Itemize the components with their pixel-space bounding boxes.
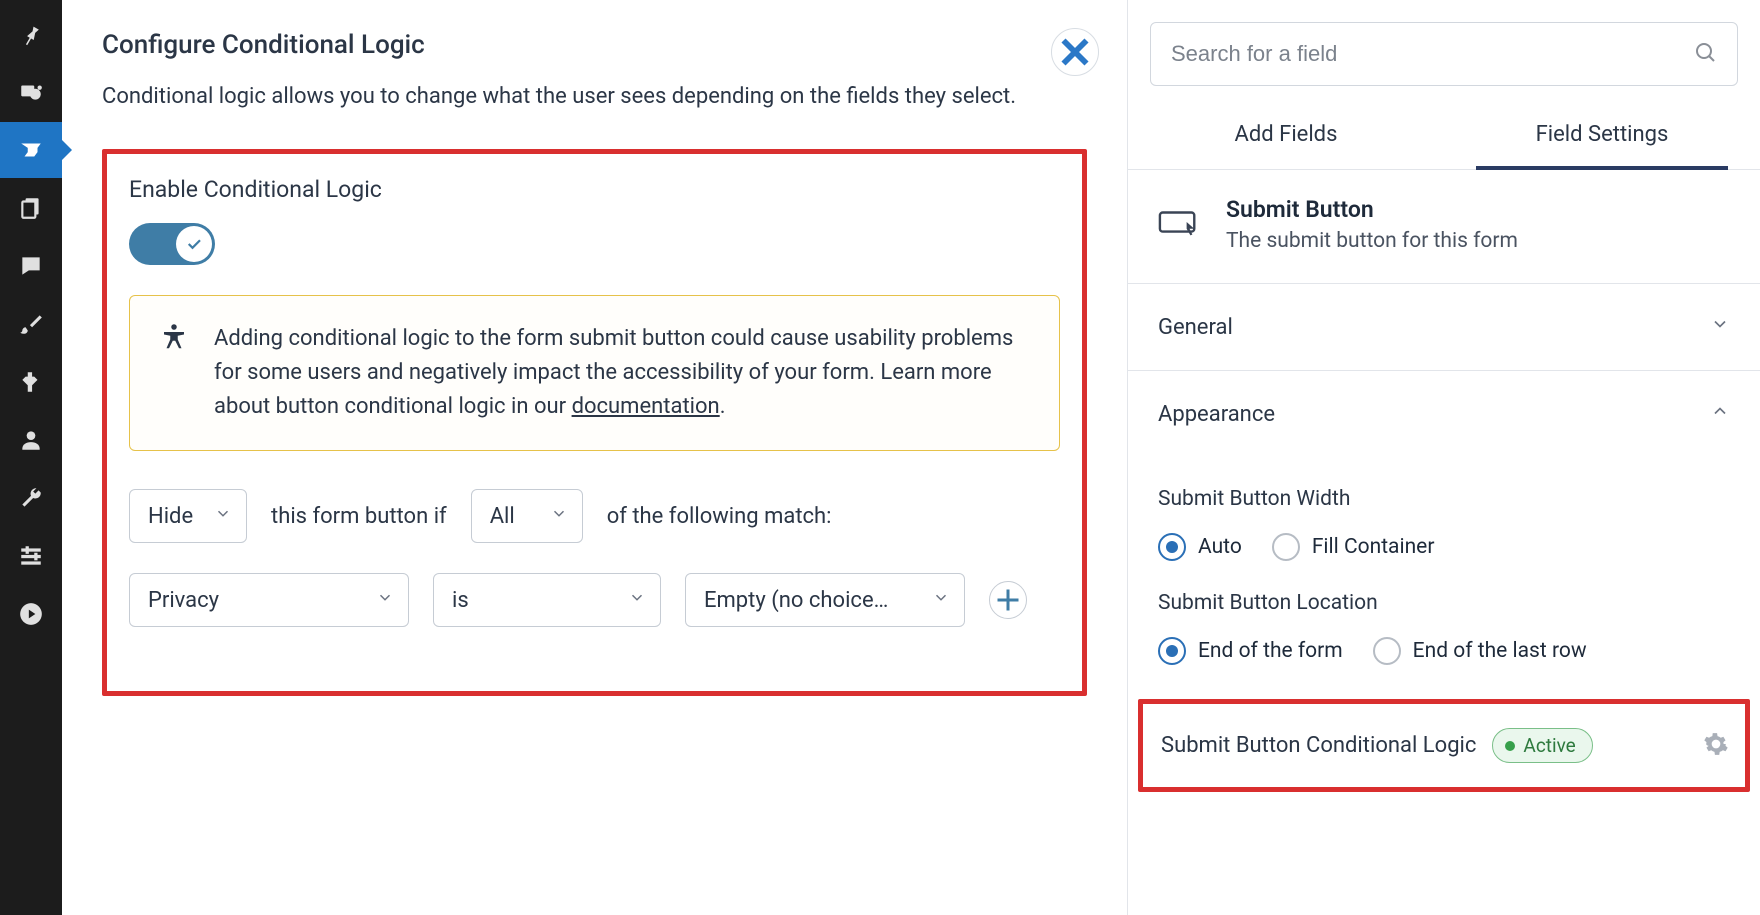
sidebar-item-settings-slider[interactable]: [0, 528, 62, 584]
sidebar-item-brush[interactable]: [0, 296, 62, 352]
rule-action-row: Hide this form button if All of the foll…: [129, 489, 1060, 543]
location-label: Submit Button Location: [1158, 591, 1730, 615]
sidebar-item-plugins[interactable]: [0, 354, 62, 410]
cond-logic-label: Submit Button Conditional Logic: [1161, 733, 1476, 758]
chevron-down-icon: [628, 588, 646, 613]
chevron-down-icon: [1710, 314, 1730, 340]
add-rule-button[interactable]: [989, 581, 1027, 619]
section-appearance[interactable]: Appearance: [1128, 371, 1760, 457]
comments-icon: [18, 253, 44, 279]
conditional-logic-highlight: Enable Conditional Logic Adding conditio…: [102, 149, 1087, 696]
radio-icon: [1272, 533, 1300, 561]
conditional-logic-modal: Configure Conditional Logic Conditional …: [62, 0, 1127, 915]
chevron-up-icon: [1710, 401, 1730, 427]
chevron-down-icon: [550, 504, 568, 529]
action-value: Hide: [148, 504, 193, 529]
rule-text-2: of the following match:: [607, 504, 832, 529]
pages-icon: [18, 195, 44, 221]
sidebar-item-pin[interactable]: [0, 6, 62, 62]
tab-field-settings[interactable]: Field Settings: [1444, 122, 1760, 169]
sidebar-item-tools[interactable]: [0, 470, 62, 526]
pin-icon: [18, 21, 44, 47]
sidebar-item-form[interactable]: [0, 122, 62, 178]
video-icon: [18, 601, 44, 627]
warning-text: Adding conditional logic to the form sub…: [214, 322, 1031, 424]
accessibility-warning: Adding conditional logic to the form sub…: [129, 295, 1060, 451]
check-icon: [185, 235, 203, 253]
search-input[interactable]: [1171, 41, 1693, 67]
brush-icon: [18, 311, 44, 337]
sidebar-item-users[interactable]: [0, 412, 62, 468]
radio-icon: [1158, 533, 1186, 561]
field-value: Privacy: [148, 588, 219, 613]
section-general-label: General: [1158, 315, 1233, 340]
search-icon: [1693, 40, 1717, 68]
cond-logic-settings-button[interactable]: [1703, 731, 1729, 761]
location-end-row-label: End of the last row: [1413, 639, 1587, 663]
field-search[interactable]: [1150, 22, 1738, 86]
sidebar-item-media[interactable]: [0, 64, 62, 120]
location-option-end-row[interactable]: End of the last row: [1373, 637, 1587, 665]
submit-button-icon: [1158, 208, 1200, 242]
location-end-form-label: End of the form: [1198, 639, 1343, 663]
width-option-fill[interactable]: Fill Container: [1272, 533, 1435, 561]
conditional-logic-section: Submit Button Conditional Logic Active: [1138, 699, 1750, 792]
width-option-auto[interactable]: Auto: [1158, 533, 1242, 561]
width-fill-label: Fill Container: [1312, 535, 1435, 559]
sidebar-item-pages[interactable]: [0, 180, 62, 236]
location-option-end-form[interactable]: End of the form: [1158, 637, 1343, 665]
gear-icon: [1703, 731, 1729, 757]
modal-description: Conditional logic allows you to change w…: [102, 80, 1042, 113]
enable-label: Enable Conditional Logic: [129, 176, 1060, 203]
accessibility-icon: [158, 322, 190, 424]
radio-icon: [1373, 637, 1401, 665]
tools-icon: [18, 485, 44, 511]
panel-tabs: Add Fields Field Settings: [1128, 122, 1760, 170]
chevron-down-icon: [932, 588, 950, 613]
sidebar-item-comments[interactable]: [0, 238, 62, 294]
field-select[interactable]: Privacy: [129, 573, 409, 627]
form-icon: [18, 137, 44, 163]
active-badge: Active: [1492, 728, 1592, 763]
section-appearance-label: Appearance: [1158, 402, 1275, 427]
close-button[interactable]: [1051, 28, 1099, 76]
field-settings-panel: Add Fields Field Settings Submit Button …: [1127, 0, 1760, 915]
enable-toggle[interactable]: [129, 223, 215, 265]
users-icon: [18, 427, 44, 453]
field-header: Submit Button The submit button for this…: [1128, 170, 1760, 284]
close-icon: [1052, 29, 1098, 75]
section-general[interactable]: General: [1128, 284, 1760, 371]
plugins-icon: [18, 369, 44, 395]
field-desc: The submit button for this form: [1226, 229, 1518, 253]
chevron-down-icon: [376, 588, 394, 613]
media-icon: [18, 79, 44, 105]
match-select[interactable]: All: [471, 489, 583, 543]
appearance-body: Submit Button Width Auto Fill Container …: [1128, 457, 1760, 699]
tab-add-fields[interactable]: Add Fields: [1128, 122, 1444, 169]
modal-title: Configure Conditional Logic: [102, 30, 1087, 60]
toggle-knob: [176, 226, 212, 262]
chevron-down-icon: [214, 504, 232, 529]
action-select[interactable]: Hide: [129, 489, 247, 543]
width-label: Submit Button Width: [1158, 487, 1730, 511]
warning-text-after: .: [720, 394, 726, 419]
rule-text-1: this form button if: [271, 504, 447, 529]
value-value: Empty (no choice…: [704, 588, 888, 613]
width-auto-label: Auto: [1198, 535, 1242, 559]
documentation-link[interactable]: documentation: [572, 394, 720, 419]
operator-select[interactable]: is: [433, 573, 661, 627]
badge-text: Active: [1523, 734, 1575, 757]
radio-icon: [1158, 637, 1186, 665]
value-select[interactable]: Empty (no choice…: [685, 573, 965, 627]
sidebar-item-video[interactable]: [0, 586, 62, 642]
match-value: All: [490, 504, 515, 529]
status-dot-icon: [1505, 741, 1515, 751]
plus-icon: [990, 582, 1026, 618]
rule-condition-row: Privacy is Empty (no choice…: [129, 573, 1060, 627]
settings-slider-icon: [18, 543, 44, 569]
operator-value: is: [452, 588, 469, 613]
admin-sidebar: [0, 0, 62, 915]
field-title: Submit Button: [1226, 196, 1518, 223]
